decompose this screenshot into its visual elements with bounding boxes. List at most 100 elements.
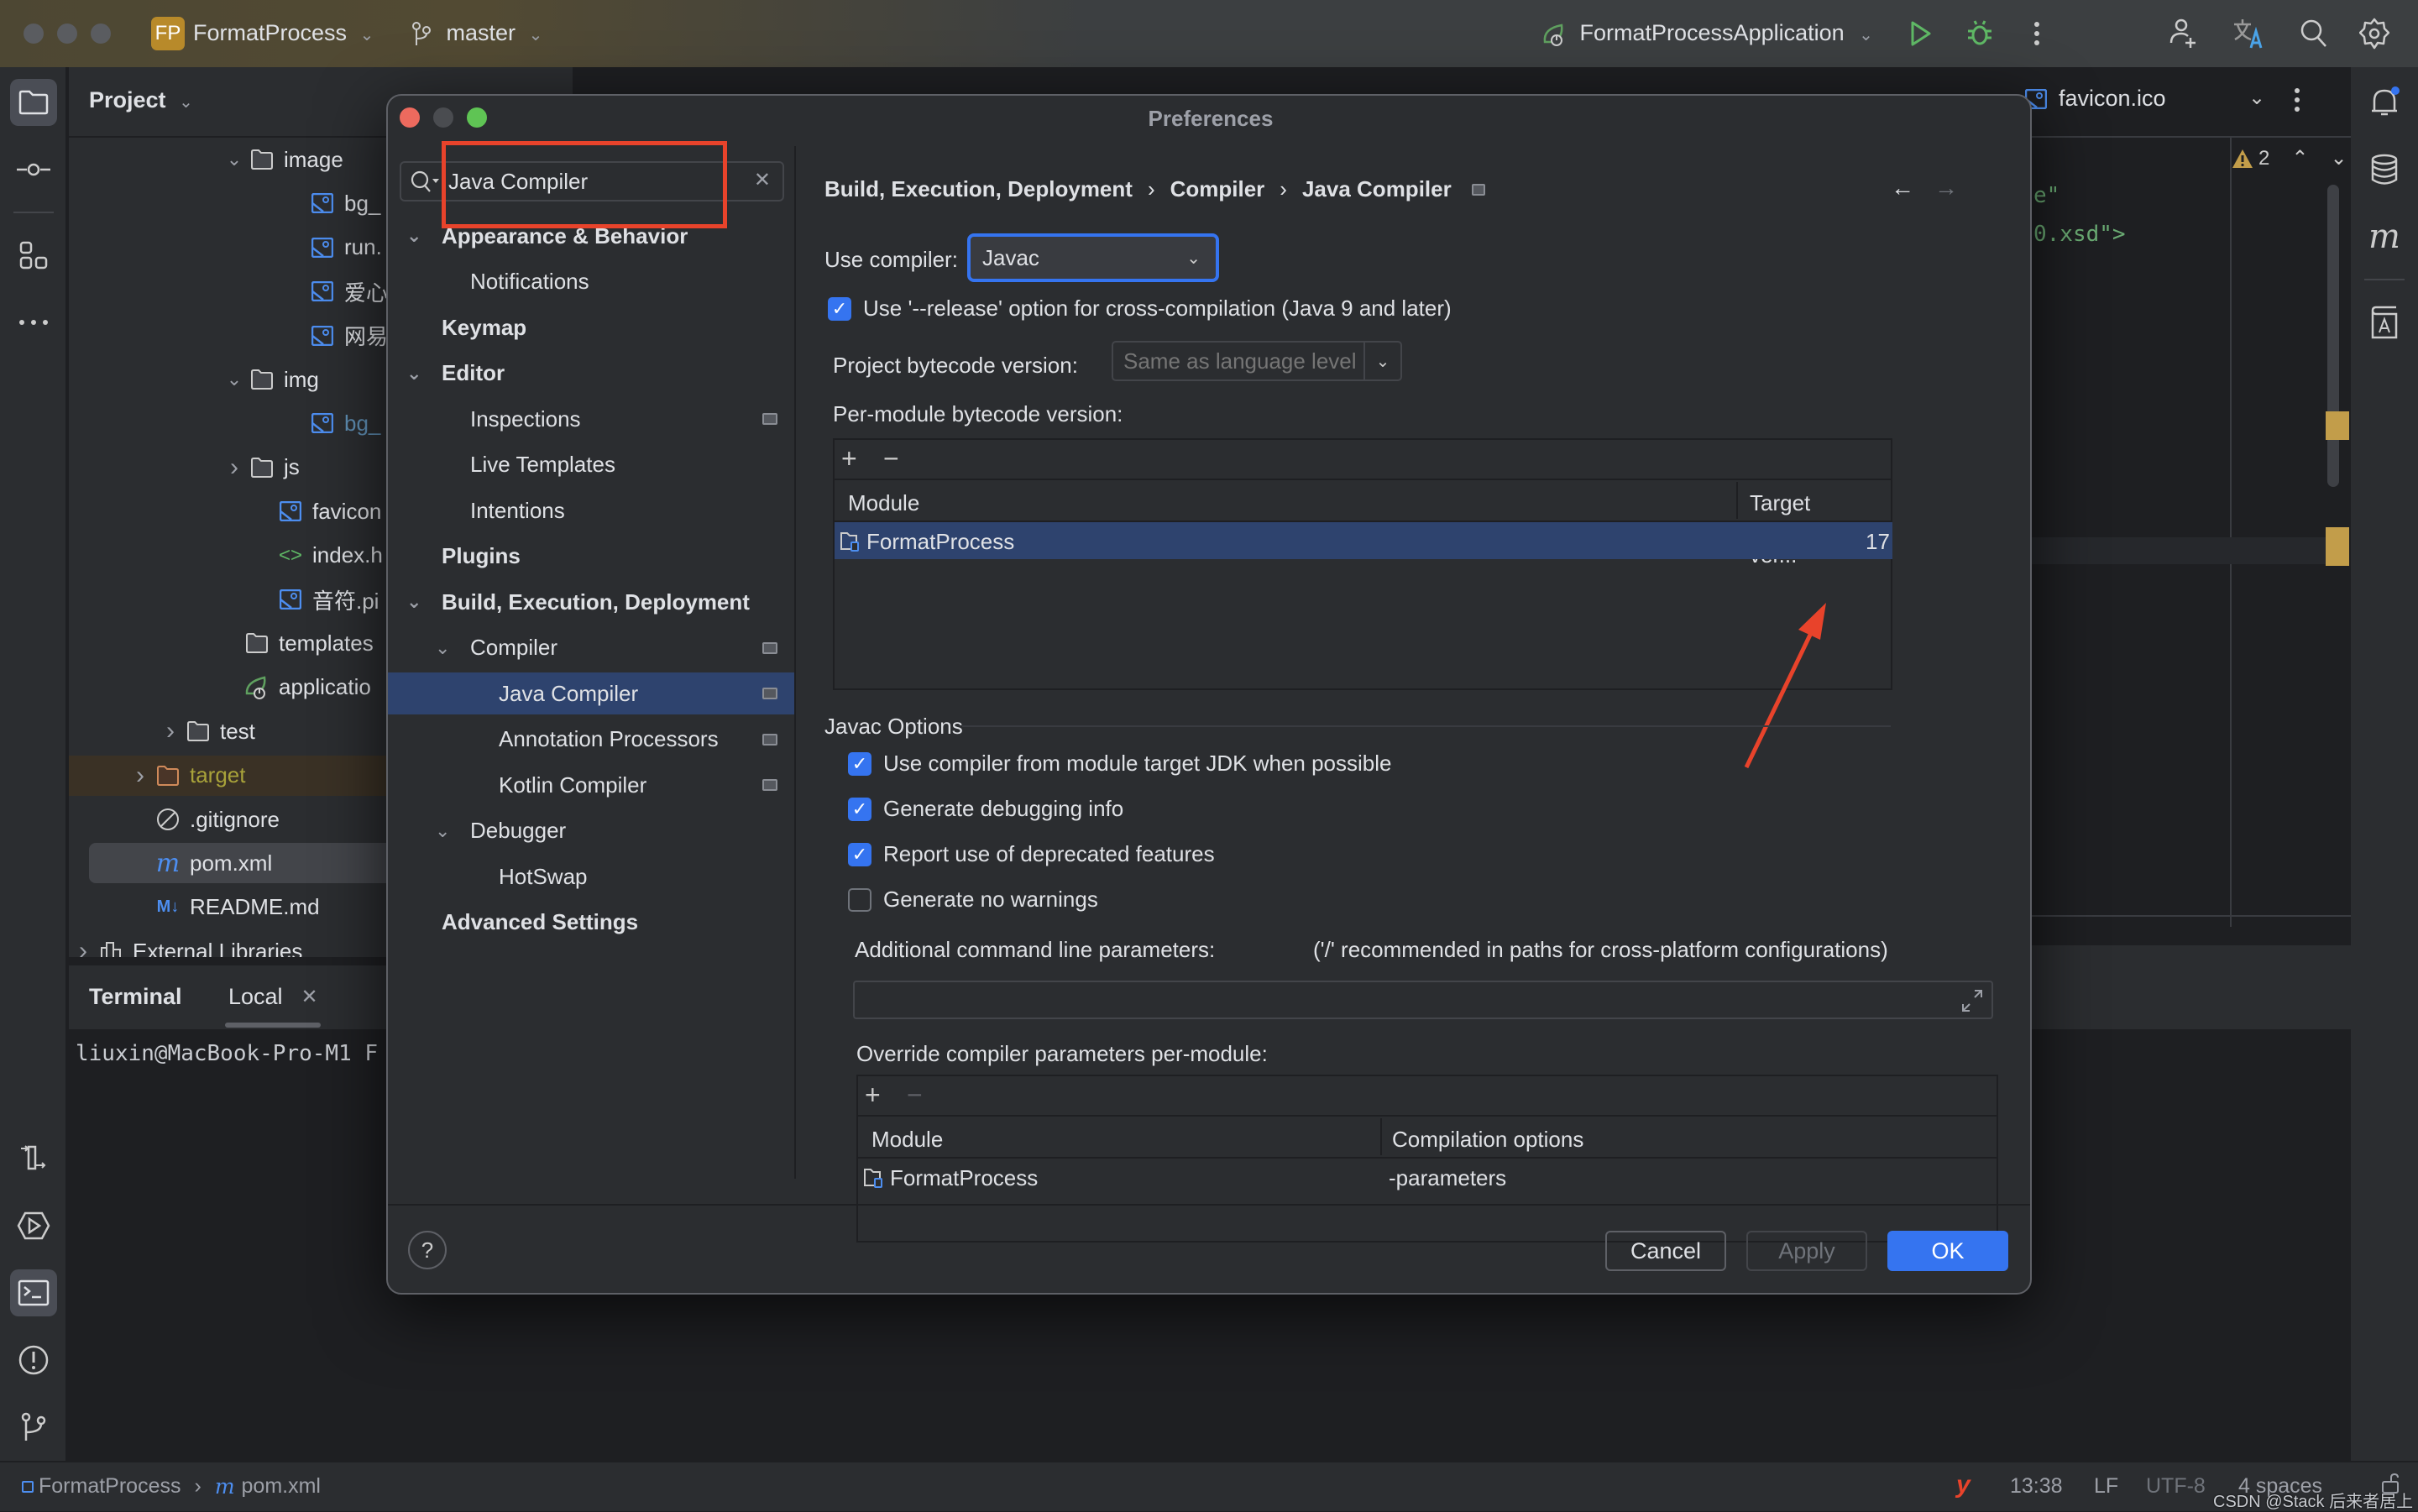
settings-nav-item[interactable]: ⌄ Debugger: [388, 810, 794, 852]
checkbox-checked[interactable]: ✓: [828, 296, 851, 321]
chevron-down-icon[interactable]: ⌄: [406, 591, 421, 613]
chevron-down-icon[interactable]: ⌄: [222, 369, 247, 390]
compiler-select[interactable]: Javac ⌄: [967, 233, 1219, 282]
javac-option-checkbox[interactable]: Generate no warnings: [848, 887, 1098, 913]
previous-highlight-icon[interactable]: ⌃: [2291, 146, 2308, 170]
remove-module-icon[interactable]: −: [883, 443, 899, 474]
notifications-button[interactable]: [2361, 79, 2408, 126]
project-switcher[interactable]: FormatProcess ⌄: [193, 20, 374, 46]
project-badge[interactable]: FP: [151, 17, 185, 50]
project-tool-button[interactable]: [10, 79, 57, 126]
services-tool-button[interactable]: [10, 1202, 57, 1249]
back-arrow-icon[interactable]: ←: [1891, 175, 1914, 201]
run-config-selector[interactable]: FormatProcessApplication ⌄: [1541, 20, 1873, 47]
warning-marker[interactable]: [2326, 411, 2349, 440]
settings-nav-item[interactable]: ⌄ Compiler: [388, 627, 794, 669]
caret-position[interactable]: 13:38: [2010, 1474, 2063, 1499]
breadcrumb-item[interactable]: pom.xml: [242, 1474, 321, 1499]
checkbox-checked[interactable]: ✓: [848, 842, 871, 866]
ok-button[interactable]: OK: [1887, 1231, 2008, 1271]
settings-nav-item[interactable]: Annotation Processors: [388, 719, 794, 761]
release-option-checkbox[interactable]: ✓ Use '--release' option for cross-compi…: [828, 296, 1452, 322]
checkbox-unchecked[interactable]: [848, 887, 871, 912]
bookmarks-button[interactable]: [2361, 299, 2408, 346]
column-header-module[interactable]: Module: [848, 490, 919, 516]
warning-marker[interactable]: [2326, 527, 2349, 566]
add-user-icon[interactable]: [2166, 17, 2200, 50]
add-module-icon[interactable]: +: [841, 443, 857, 474]
help-button[interactable]: ?: [408, 1231, 447, 1269]
settings-nav-item[interactable]: Live Templates: [388, 444, 794, 486]
window-zoom-button[interactable]: [91, 24, 111, 44]
column-header-module[interactable]: Module: [871, 1127, 943, 1153]
branch-switcher[interactable]: master ⌄: [411, 20, 542, 47]
chevron-right-icon[interactable]: ›: [128, 761, 153, 790]
tabs-more-icon[interactable]: [2294, 87, 2300, 112]
chevron-down-icon[interactable]: ⌄: [1363, 343, 1400, 379]
project-bytecode-select[interactable]: ⌄: [1112, 341, 1402, 381]
editor-scrollbar[interactable]: [2327, 185, 2339, 487]
next-highlight-icon[interactable]: ⌄: [2330, 146, 2347, 170]
commit-tool-button[interactable]: [10, 146, 57, 193]
settings-nav-item[interactable]: ⌄ Editor: [388, 353, 794, 395]
structure-tool-button[interactable]: [10, 232, 57, 279]
run-icon[interactable]: [1904, 17, 1938, 50]
search-icon[interactable]: [2297, 17, 2331, 50]
plugin-y-icon[interactable]: y: [1956, 1471, 1971, 1499]
window-close-button[interactable]: [24, 24, 44, 44]
more-tools-button[interactable]: [10, 299, 57, 346]
checkbox-checked[interactable]: ✓: [848, 751, 871, 776]
clear-search-icon[interactable]: ✕: [754, 168, 771, 192]
breadcrumb-item[interactable]: Compiler: [1170, 176, 1265, 202]
database-button[interactable]: [2361, 146, 2408, 193]
breadcrumb-item[interactable]: FormatProcess: [39, 1474, 181, 1499]
settings-nav-item[interactable]: Notifications: [388, 261, 794, 303]
javac-option-checkbox[interactable]: ✓ Use compiler from module target JDK whe…: [848, 751, 1391, 777]
settings-nav-item[interactable]: Kotlin Compiler: [388, 764, 794, 806]
settings-nav-item[interactable]: Inspections: [388, 398, 794, 440]
javac-option-checkbox[interactable]: ✓ Generate debugging info: [848, 796, 1123, 822]
maven-button[interactable]: m: [2361, 213, 2408, 260]
terminal-tool-button[interactable]: [10, 1269, 57, 1316]
chevron-down-icon[interactable]: ⌄: [406, 225, 421, 247]
window-minimize-button[interactable]: [57, 24, 77, 44]
breadcrumb-item[interactable]: Build, Execution, Deployment: [824, 176, 1133, 202]
settings-nav-item[interactable]: Advanced Settings: [388, 902, 794, 944]
forward-arrow-icon[interactable]: →: [1934, 175, 1958, 201]
debug-icon[interactable]: [1963, 17, 1997, 50]
column-divider[interactable]: [1380, 1118, 1382, 1155]
add-override-icon[interactable]: +: [865, 1080, 881, 1111]
chevron-right-icon[interactable]: ›: [71, 937, 96, 957]
table-row[interactable]: FormatProcess 17: [835, 522, 1892, 559]
chevron-down-icon[interactable]: ⌄: [222, 149, 247, 170]
settings-icon[interactable]: [2358, 17, 2391, 50]
git-tool-button[interactable]: [10, 1404, 57, 1451]
additional-params-field[interactable]: [853, 981, 1993, 1019]
column-divider[interactable]: [1736, 482, 1738, 519]
chevron-right-icon[interactable]: ›: [222, 453, 247, 482]
column-header-options[interactable]: Compilation options: [1392, 1127, 1583, 1153]
compilation-options-value[interactable]: -parameters: [1389, 1165, 1506, 1191]
chevron-down-icon[interactable]: ⌄: [435, 820, 450, 842]
project-bytecode-input[interactable]: [1113, 343, 1363, 379]
inspection-widget[interactable]: 2 ⌃ ⌄: [2232, 146, 2347, 170]
problems-tool-button[interactable]: [10, 1337, 57, 1384]
additional-params-input[interactable]: [855, 982, 1946, 1016]
project-view-selector[interactable]: Project ⌄: [89, 87, 193, 113]
terminal-prompt[interactable]: liuxin@MacBook-Pro-M1 F: [76, 1041, 378, 1066]
javac-option-checkbox[interactable]: ✓ Report use of deprecated features: [848, 841, 1215, 867]
editor-tab[interactable]: favicon.ico: [2025, 86, 2166, 112]
translate-icon[interactable]: [2232, 17, 2265, 50]
settings-nav-item[interactable]: ⌄ Build, Execution, Deployment: [388, 581, 794, 623]
settings-nav-item[interactable]: Intentions: [388, 489, 794, 531]
terminal-tab-local[interactable]: Local ✕: [228, 984, 318, 1010]
chevron-down-icon[interactable]: ⌄: [435, 637, 450, 659]
target-version[interactable]: 17: [1866, 529, 1890, 555]
settings-nav-item[interactable]: Plugins: [388, 536, 794, 578]
build-tool-button[interactable]: [10, 1135, 57, 1182]
line-separator[interactable]: LF: [2094, 1474, 2118, 1499]
checkbox-checked[interactable]: ✓: [848, 797, 871, 821]
tabs-dropdown-chevron-icon[interactable]: ⌄: [2248, 86, 2265, 110]
chevron-right-icon[interactable]: ›: [158, 717, 183, 746]
table-row[interactable]: FormatProcess -parameters: [858, 1159, 1998, 1195]
